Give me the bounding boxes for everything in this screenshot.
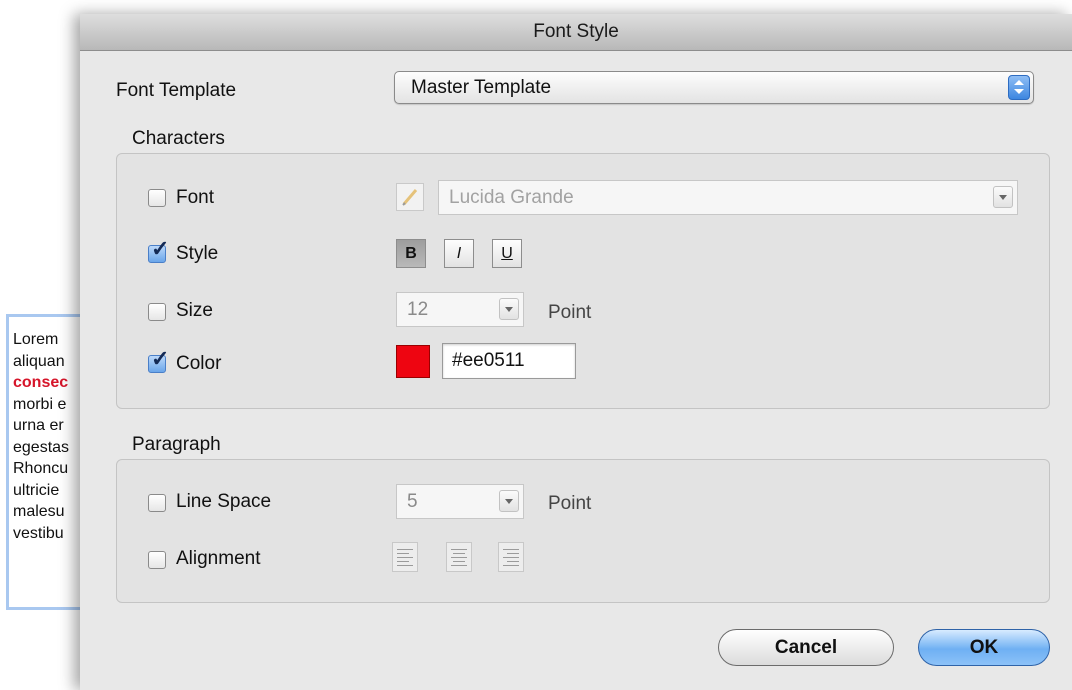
ok-button[interactable]: OK — [918, 629, 1050, 666]
pencil-icon[interactable] — [396, 183, 424, 211]
style-label: Style — [176, 243, 219, 264]
font-template-label: Font Template — [116, 80, 237, 101]
font-value: Lucida Grande — [449, 187, 574, 208]
doc-line: aliquan — [13, 352, 65, 370]
size-combo[interactable]: 12 — [396, 292, 524, 327]
checkmark-icon: ✓ — [151, 346, 170, 371]
color-checkbox[interactable]: ✓ — [148, 348, 169, 373]
dialog-title[interactable]: Font Style — [80, 14, 1072, 51]
doc-line: Rhoncu — [13, 460, 69, 477]
paragraph-group — [116, 459, 1050, 603]
chevron-down-icon[interactable] — [993, 186, 1013, 208]
doc-line: Lorem — [13, 331, 59, 348]
align-left-icon[interactable] — [392, 542, 418, 572]
paragraph-legend: Paragraph — [132, 434, 221, 455]
doc-line: vestibu — [13, 524, 64, 542]
size-label: Size — [176, 300, 213, 321]
italic-button[interactable]: I — [444, 239, 474, 268]
font-template-value: Master Template — [411, 77, 552, 98]
size-value: 12 — [407, 299, 429, 320]
font-style-dialog: Font Style Font Template Master Template… — [80, 14, 1072, 690]
color-label: Color — [176, 353, 222, 374]
color-hex-value: #ee0511 — [452, 350, 525, 371]
line-space-combo[interactable]: 5 — [396, 484, 524, 519]
font-checkbox[interactable] — [148, 189, 166, 207]
line-space-label: Line Space — [176, 491, 272, 512]
chevron-down-icon[interactable] — [499, 490, 519, 512]
doc-line: ultricie — [13, 481, 60, 499]
alignment-checkbox[interactable] — [148, 551, 166, 569]
align-center-icon[interactable] — [446, 542, 472, 572]
doc-line-highlighted: consec — [13, 374, 69, 391]
characters-legend: Characters — [132, 128, 225, 149]
cancel-button[interactable]: Cancel — [718, 629, 894, 666]
bold-button[interactable]: B — [396, 239, 426, 268]
size-checkbox[interactable] — [148, 303, 166, 321]
chevron-down-icon[interactable] — [499, 298, 519, 320]
font-label: Font — [176, 187, 215, 208]
alignment-label: Alignment — [176, 548, 261, 569]
underline-button[interactable]: U — [492, 239, 522, 268]
line-space-value: 5 — [407, 491, 418, 512]
doc-line: urna er — [13, 417, 64, 434]
style-checkbox[interactable]: ✓ — [148, 238, 169, 263]
align-right-icon[interactable] — [498, 542, 524, 572]
popup-arrows-icon — [1008, 75, 1030, 100]
doc-line: egestas — [13, 438, 70, 456]
size-unit: Point — [548, 302, 592, 323]
color-swatch[interactable] — [396, 345, 430, 378]
doc-line: malesu — [13, 503, 65, 520]
checkmark-icon: ✓ — [151, 236, 170, 261]
doc-line: morbi e — [13, 395, 67, 413]
line-space-checkbox[interactable] — [148, 494, 166, 512]
color-hex-input[interactable]: #ee0511 — [442, 343, 576, 379]
font-combo[interactable]: Lucida Grande — [438, 180, 1018, 215]
line-space-unit: Point — [548, 493, 592, 514]
font-template-select[interactable]: Master Template — [394, 71, 1034, 104]
